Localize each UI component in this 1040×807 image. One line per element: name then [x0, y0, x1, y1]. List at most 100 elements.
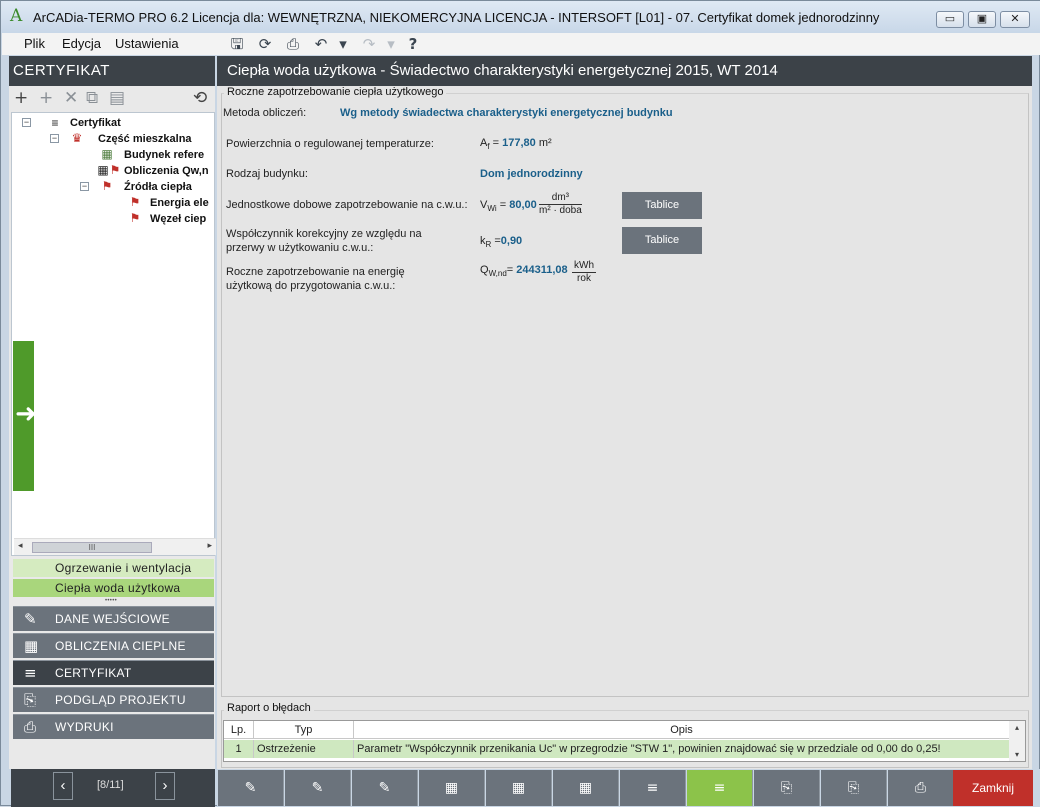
calculator-icon[interactable]: ▦: [553, 770, 619, 806]
project-tree[interactable]: − ≡ Certyfikat − ♛ Część mieszkalna ▦ Bu…: [11, 112, 216, 556]
tree-item-czesc-mieszkalna[interactable]: Część mieszkalna: [98, 131, 192, 147]
sync-icon[interactable]: ⟲: [193, 88, 207, 108]
residential-part-icon: ♛: [71, 131, 83, 145]
nav-wydruki[interactable]: ⎙ WYDRUKI: [13, 714, 214, 739]
help-icon[interactable]: ?: [403, 34, 423, 54]
splitter-dots[interactable]: •••••: [13, 597, 214, 605]
page-indicator: [8/11]: [97, 779, 124, 791]
nav-certyfikat[interactable]: ≡ CERTYFIKAT: [13, 660, 214, 685]
area-label: Powierzchnia o regulowanej temperaturze:: [226, 138, 434, 150]
add-child-icon[interactable]: +: [39, 88, 53, 108]
section-title: Roczne zapotrzebowanie ciepła użytkowego: [224, 86, 447, 98]
refresh-icon[interactable]: ⟳: [255, 34, 275, 54]
tree-item-budynek[interactable]: Budynek refere: [124, 147, 204, 163]
certificate-icon: ≡: [24, 664, 37, 682]
calculator-icon: ▦: [24, 637, 39, 655]
undo-dropdown-icon[interactable]: ▾: [333, 34, 353, 54]
horizontal-scrollbar[interactable]: ◂ III ▸: [14, 538, 216, 555]
input-data-icon: ✎: [24, 610, 37, 628]
error-row-lp[interactable]: 1: [224, 740, 254, 758]
minimize-button[interactable]: ▭: [936, 11, 964, 28]
restore-button[interactable]: ▣: [968, 11, 996, 28]
heat-node-icon: ⚑: [129, 211, 141, 225]
menu-bar: Plik Edycja Ustawienia 🖫 ⟳ ⎙ ↶ ▾ ↷ ▾ ?: [2, 33, 1040, 55]
nav-dane-wejsciowe[interactable]: ✎ DANE WEJŚCIOWE: [13, 606, 214, 631]
undo-icon[interactable]: ↶: [311, 34, 331, 54]
copy-icon[interactable]: ⧉: [86, 88, 98, 108]
method-value: Wg metody świadectwa charakterystyki ene…: [340, 107, 673, 119]
bottom-toolbar: ✎ ✎ ✎ ▦ ▦ ▦ ≡ ≡ ⎘ ⎘ ⎙ Zamknij: [217, 769, 1040, 807]
menu-edycja[interactable]: Edycja: [62, 36, 101, 51]
error-row-type[interactable]: Ostrzeżenie: [254, 740, 354, 758]
col-lp[interactable]: Lp.: [224, 721, 254, 739]
error-report-title: Raport o błędach: [224, 702, 314, 714]
tree-item-zrodla[interactable]: Źródła ciepła: [124, 179, 192, 195]
col-opis[interactable]: Opis: [354, 721, 1010, 739]
collapse-panel-handle[interactable]: ➜: [13, 341, 37, 491]
nav-obliczenia-cieplne[interactable]: ▦ OBLICZENIA CIEPLNE: [13, 633, 214, 658]
scroll-thumb[interactable]: III: [32, 542, 152, 553]
paste-icon[interactable]: ▤: [109, 88, 125, 108]
preview-icon[interactable]: ⎙: [283, 34, 303, 54]
certificate-icon[interactable]: ≡: [620, 770, 686, 806]
redo-dropdown-icon[interactable]: ▾: [381, 34, 401, 54]
collapse-icon[interactable]: −: [80, 182, 89, 191]
main-panel: Ciepła woda użytkowa - Świadectwo charak…: [217, 56, 1032, 769]
input-data-icon[interactable]: ✎: [352, 770, 418, 806]
scroll-up-icon[interactable]: ▴: [1009, 723, 1025, 732]
building-type-value: Dom jednorodzinny: [480, 168, 583, 180]
correction-label-1: Współczynnik korekcyjny ze względu na: [226, 228, 422, 240]
input-data-icon[interactable]: ✎: [285, 770, 351, 806]
building-type-label: Rodzaj budynku:: [226, 168, 308, 180]
scroll-down-icon[interactable]: ▾: [1009, 750, 1025, 759]
delete-icon[interactable]: ✕: [64, 88, 78, 108]
heat-source-icon: ⚑: [101, 179, 113, 193]
scroll-right-icon[interactable]: ▸: [207, 540, 212, 551]
save-icon[interactable]: 🖫: [227, 34, 247, 54]
menu-plik[interactable]: Plik: [24, 36, 45, 51]
scroll-left-icon[interactable]: ◂: [18, 540, 23, 551]
preview-icon[interactable]: ⎘: [754, 770, 820, 806]
close-button[interactable]: Zamknij: [953, 770, 1033, 806]
method-label: Metoda obliczeń:: [223, 107, 307, 119]
redo-icon[interactable]: ↷: [359, 34, 379, 54]
add-icon[interactable]: +: [14, 88, 28, 108]
app-logo-icon: A: [10, 6, 23, 26]
daily-demand-field: VWi = 80,00: [480, 199, 537, 214]
input-data-icon[interactable]: ✎: [218, 770, 284, 806]
submenu-ogrzewanie[interactable]: Ogrzewanie i wentylacja: [13, 559, 214, 577]
tree-item-energia[interactable]: Energia ele: [150, 195, 209, 211]
tree-item-wezel[interactable]: Węzeł ciep: [150, 211, 206, 227]
annual-label-2: użytkową do przygotowania c.w.u.:: [226, 280, 396, 292]
menu-ustawienia[interactable]: Ustawienia: [115, 36, 179, 51]
annual-unit: kWh rok: [572, 260, 596, 284]
next-page-button[interactable]: ›: [155, 772, 175, 800]
preview-icon[interactable]: ⎘: [821, 770, 887, 806]
printer-icon: ⎙: [24, 718, 37, 736]
arrow-right-icon: ➜: [15, 399, 37, 429]
flag-icon: ⚑: [109, 163, 121, 177]
vertical-scrollbar[interactable]: ▴ ▾: [1009, 721, 1025, 761]
tree-item-certyfikat[interactable]: Certyfikat: [70, 115, 121, 131]
correction-label-2: przerwy w użytkowaniu c.w.u.:: [226, 242, 374, 254]
calculator-icon[interactable]: ▦: [486, 770, 552, 806]
certificate-icon-active[interactable]: ≡: [687, 770, 753, 806]
daily-demand-unit: dm³ m² · doba: [539, 192, 582, 216]
collapse-icon[interactable]: −: [50, 134, 59, 143]
certificate-icon: ≡: [51, 116, 59, 130]
tree-item-obliczenia[interactable]: Obliczenia Qw,n: [124, 163, 209, 179]
pager: ‹ [8/11] ›: [11, 769, 215, 807]
error-row-desc[interactable]: Parametr "Współczynnik przenikania Uc" w…: [354, 740, 1010, 758]
printer-icon[interactable]: ⎙: [888, 770, 954, 806]
submenu-cwu[interactable]: Ciepła woda użytkowa: [13, 579, 214, 597]
close-window-button[interactable]: ✕: [1000, 11, 1030, 28]
tables-button-correction[interactable]: Tablice: [622, 227, 702, 254]
annual-field: QW,nd= 244311,08: [480, 264, 568, 279]
calculator-icon[interactable]: ▦: [419, 770, 485, 806]
area-field: Af = 177,80 m²: [480, 137, 552, 152]
collapse-icon[interactable]: −: [22, 118, 31, 127]
nav-podglad-projektu[interactable]: ⎘ PODGLĄD PROJEKTU: [13, 687, 214, 712]
tables-button-daily[interactable]: Tablice: [622, 192, 702, 219]
prev-page-button[interactable]: ‹: [53, 772, 73, 800]
col-typ[interactable]: Typ: [254, 721, 354, 739]
